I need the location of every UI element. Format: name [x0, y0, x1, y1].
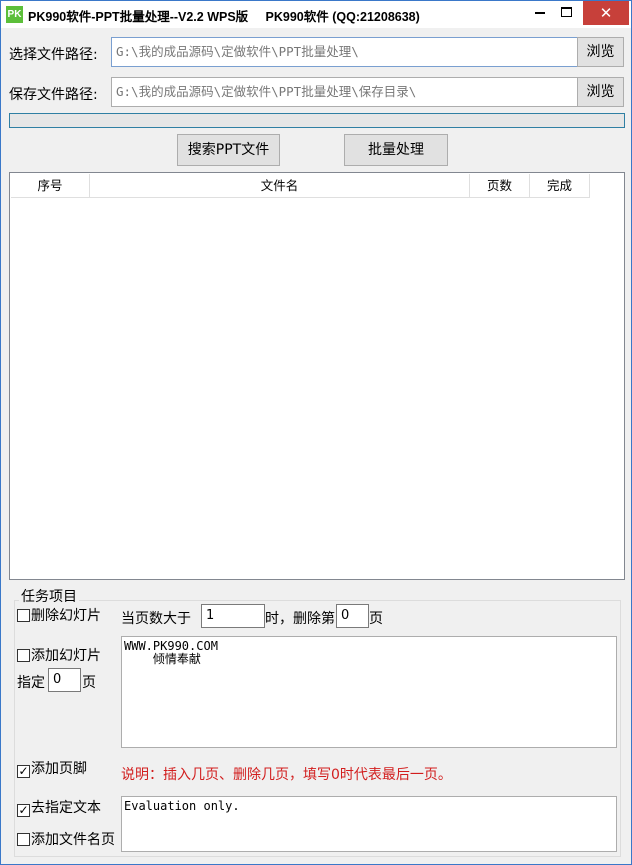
file-list-header: 序号 文件名 页数 完成: [11, 174, 590, 198]
batch-process-button[interactable]: 批量处理: [344, 134, 448, 166]
insert-at-label: 指定: [17, 675, 45, 691]
save-browse-button[interactable]: 浏览: [577, 77, 624, 107]
remove-text-checkbox[interactable]: ✓ 去指定文本: [17, 800, 101, 817]
close-button[interactable]: ✕: [583, 1, 629, 25]
add-footer-checkbox[interactable]: ✓ 添加页脚: [17, 761, 87, 778]
remove-text-textarea[interactable]: Evaluation only.: [121, 796, 617, 852]
instruction-note: 说明：插入几页、删除几页，填写0时代表最后一页。: [121, 767, 452, 783]
delete-slide-checkbox[interactable]: 删除幻灯片: [17, 608, 101, 624]
add-slide-checkbox[interactable]: 添加幻灯片: [17, 648, 101, 664]
save-path-label: 保存文件路径:: [9, 87, 98, 103]
insert-at-page-input[interactable]: 0: [48, 668, 81, 692]
column-header-pages[interactable]: 页数: [470, 174, 530, 198]
window-title: PK990软件-PPT批量处理--V2.2 WPS版 PK990软件 (QQ:2…: [28, 10, 420, 24]
save-path-input[interactable]: G:\我的成品源码\定做软件\PPT批量处理\保存目录\: [111, 77, 578, 107]
title-bar[interactable]: PK PK990软件-PPT批量处理--V2.2 WPS版 PK990软件 (Q…: [1, 1, 631, 28]
delete-slide-label: 删除幻灯片: [31, 608, 101, 624]
task-group-title: 任务项目: [19, 586, 79, 606]
add-filename-page-checkbox[interactable]: 添加文件名页: [17, 832, 115, 848]
page-count-greater-label: 当页数大于: [121, 611, 191, 627]
add-footer-label: 添加页脚: [31, 761, 87, 777]
column-header-done[interactable]: 完成: [530, 174, 590, 198]
search-ppt-button[interactable]: 搜索PPT文件: [177, 134, 280, 166]
delete-page-number-input[interactable]: 0: [336, 604, 369, 628]
column-header-index[interactable]: 序号: [11, 174, 90, 198]
add-slide-checkbox-box[interactable]: [17, 649, 30, 662]
app-icon: PK: [6, 6, 23, 23]
source-path-label: 选择文件路径:: [9, 47, 98, 63]
add-slide-label: 添加幻灯片: [31, 648, 101, 664]
minimize-icon: [535, 12, 545, 14]
source-browse-button[interactable]: 浏览: [577, 37, 624, 67]
add-filename-page-label: 添加文件名页: [31, 832, 115, 848]
maximize-button[interactable]: [551, 1, 581, 25]
progress-bar: [9, 113, 625, 128]
remove-text-label: 去指定文本: [31, 800, 101, 816]
delete-page-unit: 页: [369, 611, 383, 627]
slide-content-textarea[interactable]: WWW.PK990.COM 倾情奉献: [121, 636, 617, 748]
delete-slide-checkbox-box[interactable]: [17, 609, 30, 622]
main-window: PK PK990软件-PPT批量处理--V2.2 WPS版 PK990软件 (Q…: [0, 0, 632, 865]
add-filename-page-checkbox-box[interactable]: [17, 833, 30, 846]
file-list[interactable]: 序号 文件名 页数 完成: [9, 172, 625, 580]
add-footer-checkbox-box[interactable]: ✓: [17, 765, 30, 778]
page-count-threshold-input[interactable]: 1: [201, 604, 265, 628]
column-header-filename[interactable]: 文件名: [90, 174, 470, 198]
maximize-icon: [560, 6, 572, 17]
delete-page-label: 时，删除第: [265, 611, 335, 627]
remove-text-checkbox-box[interactable]: ✓: [17, 804, 30, 817]
close-icon: ✕: [599, 4, 613, 22]
source-path-input[interactable]: G:\我的成品源码\定做软件\PPT批量处理\: [111, 37, 578, 67]
insert-at-unit: 页: [82, 675, 96, 691]
